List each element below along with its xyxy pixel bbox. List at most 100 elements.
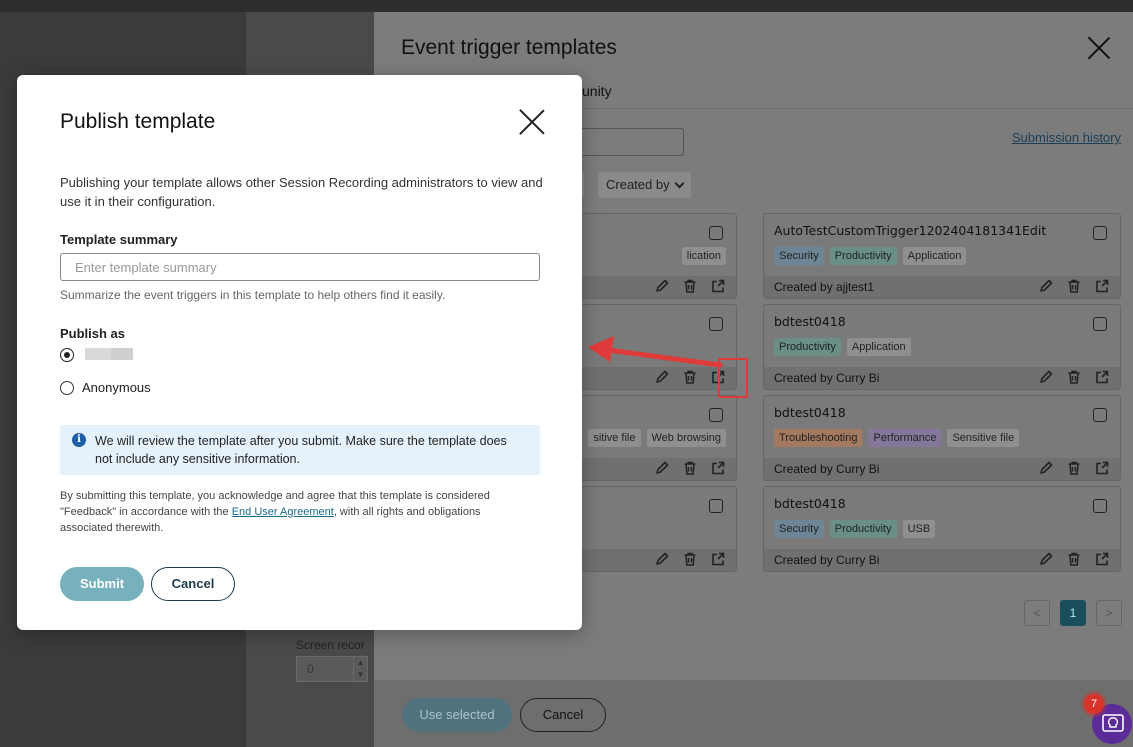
delete-icon[interactable] bbox=[1066, 369, 1082, 385]
template-card[interactable]: bdtest0418 Security Productivity USB Created… bbox=[763, 486, 1121, 572]
cancel-button[interactable]: Cancel bbox=[151, 567, 235, 601]
template-checkbox[interactable] bbox=[1093, 499, 1107, 513]
template-card[interactable]: bdtest0418 Productivity Application Created… bbox=[763, 304, 1121, 390]
edit-icon[interactable] bbox=[654, 460, 670, 476]
tag: sitive file bbox=[588, 429, 641, 447]
created-by-text: Created by Curry Bi bbox=[774, 553, 880, 567]
tag: Application bbox=[846, 338, 911, 356]
screen-recording-label: Screen recor bbox=[296, 638, 365, 652]
end-user-agreement-link[interactable]: End User Agreement bbox=[232, 506, 334, 518]
card-footer: Created by Curry Bi bbox=[764, 367, 1120, 389]
publish-as-label: Publish as bbox=[60, 326, 126, 341]
tag: Performance bbox=[868, 429, 942, 447]
edit-icon[interactable] bbox=[654, 551, 670, 567]
publish-anonymous-radio[interactable] bbox=[60, 381, 74, 395]
delete-icon[interactable] bbox=[682, 278, 698, 294]
submission-history-link[interactable]: Submission history bbox=[1012, 130, 1121, 145]
card-footer: Created by ajjtest1 bbox=[764, 276, 1120, 298]
card-actions bbox=[654, 278, 726, 294]
share-icon[interactable] bbox=[1094, 460, 1110, 476]
tag: Application bbox=[902, 247, 967, 265]
card-actions bbox=[654, 551, 726, 567]
delete-icon[interactable] bbox=[1066, 278, 1082, 294]
template-summary-label: Template summary bbox=[60, 232, 178, 247]
edit-icon[interactable] bbox=[1038, 551, 1054, 567]
drawer-title: Event trigger templates bbox=[401, 36, 617, 59]
top-band bbox=[0, 0, 1133, 12]
delete-icon[interactable] bbox=[682, 369, 698, 385]
chevron-down-icon bbox=[674, 178, 685, 189]
drawer-footer: Use selected Cancel bbox=[374, 680, 1133, 747]
publish-template-dialog: Publish template Publishing your templat… bbox=[17, 75, 582, 630]
tag: Web browsing bbox=[646, 429, 726, 447]
info-icon: i bbox=[72, 433, 86, 447]
close-icon[interactable] bbox=[519, 109, 545, 135]
card-actions bbox=[1038, 460, 1110, 476]
card-actions bbox=[1038, 551, 1110, 567]
template-summary-hint: Summarize the event triggers in this tem… bbox=[60, 288, 446, 302]
template-name: AutoTestCustomTrigger1202404181341Edit bbox=[774, 223, 1047, 238]
screen-recording-stepper[interactable]: 0 ▲ ▼ bbox=[296, 656, 368, 682]
share-icon[interactable] bbox=[1094, 278, 1110, 294]
notification-badge: 7 bbox=[1084, 694, 1104, 714]
template-checkbox[interactable] bbox=[1093, 317, 1107, 331]
use-selected-button[interactable]: Use selected bbox=[402, 698, 512, 732]
drawer-close-icon[interactable] bbox=[1087, 36, 1111, 60]
tab-community[interactable]: unity bbox=[582, 83, 612, 99]
info-text: We will review the template after you su… bbox=[95, 434, 507, 466]
info-notice: i We will review the template after you … bbox=[60, 425, 540, 475]
dialog-title: Publish template bbox=[60, 110, 216, 133]
created-by-text: Created by ajjtest1 bbox=[774, 280, 875, 294]
edit-icon[interactable] bbox=[654, 278, 670, 294]
template-checkbox[interactable] bbox=[709, 226, 723, 240]
template-card[interactable]: AutoTestCustomTrigger1202404181341Edit Se… bbox=[763, 213, 1121, 299]
redacted-username bbox=[85, 348, 111, 360]
template-checkbox[interactable] bbox=[1093, 226, 1107, 240]
template-card[interactable]: bdtest0418 Troubleshooting Performance Sens… bbox=[763, 395, 1121, 481]
card-footer: Created by Curry Bi bbox=[764, 458, 1120, 480]
edit-icon[interactable] bbox=[654, 369, 670, 385]
tag-list: Security Productivity USB bbox=[774, 520, 936, 538]
publish-as-user-radio[interactable] bbox=[60, 348, 74, 362]
share-icon[interactable] bbox=[1094, 369, 1110, 385]
stepper-arrows-icon[interactable]: ▲ ▼ bbox=[353, 657, 367, 681]
tag: Security bbox=[774, 247, 824, 265]
tag-list: sitive file Web browsing bbox=[588, 429, 726, 447]
pagination-next[interactable]: > bbox=[1096, 600, 1122, 626]
tag: lication bbox=[681, 247, 726, 265]
template-checkbox[interactable] bbox=[709, 499, 723, 513]
delete-icon[interactable] bbox=[682, 551, 698, 567]
card-actions bbox=[654, 460, 726, 476]
tag: Productivity bbox=[829, 247, 897, 265]
tag-list: Troubleshooting Performance Sensitive file bbox=[774, 429, 1020, 447]
pagination-prev[interactable]: < bbox=[1024, 600, 1050, 626]
tag: Productivity bbox=[774, 338, 841, 356]
template-checkbox[interactable] bbox=[709, 408, 723, 422]
share-button-highlight bbox=[718, 358, 748, 398]
submit-button[interactable]: Submit bbox=[60, 567, 144, 601]
edit-icon[interactable] bbox=[1038, 278, 1054, 294]
drawer-cancel-button[interactable]: Cancel bbox=[520, 698, 606, 732]
share-icon[interactable] bbox=[1094, 551, 1110, 567]
delete-icon[interactable] bbox=[1066, 551, 1082, 567]
delete-icon[interactable] bbox=[682, 460, 698, 476]
tag-list: lication bbox=[681, 247, 726, 265]
edit-icon[interactable] bbox=[1038, 369, 1054, 385]
template-summary-input[interactable] bbox=[60, 253, 540, 281]
pagination-page-1[interactable]: 1 bbox=[1060, 600, 1086, 626]
tag: Security bbox=[774, 520, 824, 538]
created-by-filter[interactable]: Created by bbox=[598, 172, 691, 198]
share-icon[interactable] bbox=[710, 278, 726, 294]
edit-icon[interactable] bbox=[1038, 460, 1054, 476]
template-checkbox[interactable] bbox=[1093, 408, 1107, 422]
anonymous-label[interactable]: Anonymous bbox=[82, 380, 151, 395]
delete-icon[interactable] bbox=[1066, 460, 1082, 476]
template-checkbox[interactable] bbox=[709, 317, 723, 331]
tag-list: Productivity Application bbox=[774, 338, 911, 356]
created-by-text: Created by Curry Bi bbox=[774, 462, 880, 476]
tag: Productivity bbox=[829, 520, 897, 538]
share-icon[interactable] bbox=[710, 460, 726, 476]
tag: Troubleshooting bbox=[774, 429, 863, 447]
share-icon[interactable] bbox=[710, 551, 726, 567]
tag-list: Security Productivity Application bbox=[774, 247, 967, 265]
